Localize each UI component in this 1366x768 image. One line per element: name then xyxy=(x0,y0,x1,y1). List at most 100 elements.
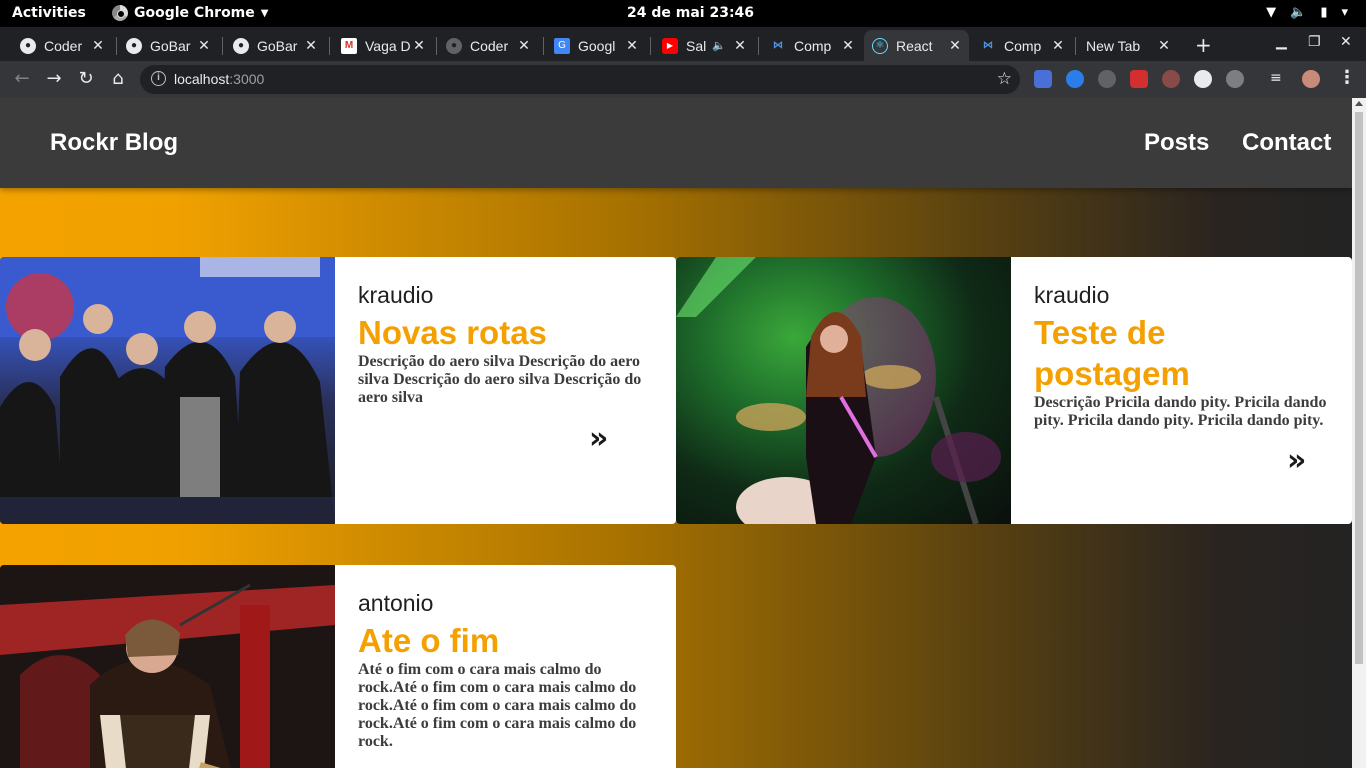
read-more-button[interactable]: » xyxy=(589,421,608,456)
tab-active[interactable]: ⚛ React ✕ xyxy=(864,30,969,61)
vscode-icon: ⋈ xyxy=(983,40,993,51)
post-description: Até o fim com o cara mais calmo do rock.… xyxy=(358,661,637,750)
tab-title: GoBar xyxy=(150,37,191,54)
battery-icon: ▮ xyxy=(1320,5,1328,20)
google-translate-icon: G xyxy=(554,37,570,54)
site-header: Rockr Blog Posts Contact xyxy=(0,98,1352,188)
home-button[interactable]: ⌂ xyxy=(107,68,129,90)
new-tab-button[interactable]: + xyxy=(1195,33,1212,57)
page-viewport: Rockr Blog Posts Contact kraudio Novas r… xyxy=(0,98,1352,768)
close-window-button[interactable]: ✕ xyxy=(1340,34,1352,50)
chevron-down-icon: ▾ xyxy=(1341,5,1348,20)
profile-avatar[interactable] xyxy=(1302,70,1320,88)
close-icon[interactable]: ✕ xyxy=(624,37,640,54)
close-icon[interactable]: ✕ xyxy=(947,37,963,54)
tab-title: Googl xyxy=(578,37,616,54)
browser-menu-icon[interactable]: ⋮ xyxy=(1338,67,1356,88)
react-icon: ⚛ xyxy=(872,37,888,54)
address-bar[interactable]: i localhost:3000 ☆ xyxy=(140,65,1020,94)
tab[interactable]: ⋈ Comp ✕ xyxy=(762,30,862,61)
post-card[interactable]: antonio Ate o fim Até o fim com o cara m… xyxy=(0,565,676,768)
activities-button[interactable]: Activities xyxy=(12,5,86,21)
tab[interactable]: ● Coder ✕ xyxy=(438,30,538,61)
post-image xyxy=(0,565,335,768)
media-control-icon[interactable]: ≡ xyxy=(1270,70,1288,88)
info-icon[interactable]: i xyxy=(151,71,166,86)
reload-button[interactable]: ↻ xyxy=(75,68,97,90)
close-icon[interactable]: ✕ xyxy=(1156,37,1172,54)
post-title[interactable]: Teste de postagem xyxy=(1034,312,1330,394)
tab[interactable]: New Tab ✕ xyxy=(1078,30,1178,61)
minimize-button[interactable]: ▁ xyxy=(1276,34,1287,50)
tab[interactable]: ▶ Sal 🔈 ✕ xyxy=(654,30,754,61)
site-brand[interactable]: Rockr Blog xyxy=(50,129,178,157)
tab-title: GoBar xyxy=(257,37,298,54)
github-icon: ● xyxy=(233,37,249,54)
app-menu-label: Google Chrome xyxy=(134,5,255,21)
recycle-extension-icon[interactable] xyxy=(1098,70,1116,88)
post-image xyxy=(676,257,1011,524)
read-more-button[interactable]: » xyxy=(1287,443,1306,478)
vscode-icon: ⋈ xyxy=(773,40,783,51)
extension-icon[interactable] xyxy=(1226,70,1244,88)
post-card[interactable]: kraudio Novas rotas Descrição do aero si… xyxy=(0,257,676,524)
post-description: Descrição do aero silva Descrição do aer… xyxy=(358,353,642,406)
close-icon[interactable]: ✕ xyxy=(196,37,212,54)
scroll-up-arrow-icon[interactable] xyxy=(1355,101,1363,106)
browser-toolbar: ← → ↻ ⌂ i localhost:3000 ☆ ≡ xyxy=(0,61,1366,98)
tab[interactable]: G Googl ✕ xyxy=(546,30,646,61)
tab-title: New Tab xyxy=(1086,37,1141,54)
github-icon: ● xyxy=(126,37,142,54)
tab[interactable]: ● GoBar ✕ xyxy=(225,30,325,61)
youtube-icon: ▶ xyxy=(662,37,678,54)
os-top-bar: Activities Google Chrome ▼ 24 de mai 23:… xyxy=(0,0,1366,27)
tab-title: React xyxy=(896,37,933,54)
tab-title: Sal xyxy=(686,37,707,54)
volume-icon: 🔈 xyxy=(1290,5,1307,20)
close-icon[interactable]: ✕ xyxy=(732,37,748,54)
close-icon[interactable]: ✕ xyxy=(516,37,532,54)
forward-button[interactable]: → xyxy=(43,68,65,90)
extension-icon[interactable] xyxy=(1162,70,1180,88)
extension-icon[interactable] xyxy=(1066,70,1084,88)
close-icon[interactable]: ✕ xyxy=(840,37,856,54)
post-title[interactable]: Ate o fim xyxy=(358,620,654,661)
scrollbar-thumb[interactable] xyxy=(1355,112,1363,664)
bookmark-star-icon[interactable]: ☆ xyxy=(997,69,1012,89)
post-author: kraudio xyxy=(358,282,434,308)
tab[interactable]: ● GoBar ✕ xyxy=(118,30,218,61)
app-menu[interactable]: Google Chrome ▼ xyxy=(112,5,268,21)
post-title[interactable]: Novas rotas xyxy=(358,312,654,353)
close-icon[interactable]: ✕ xyxy=(90,37,106,54)
tab-title: Comp xyxy=(1004,37,1042,54)
tab-title: Comp xyxy=(794,37,832,54)
post-image xyxy=(0,257,335,524)
tab[interactable]: M Vaga D ✕ xyxy=(333,30,433,61)
maximize-button[interactable]: ❐ xyxy=(1308,34,1321,50)
nav-link-posts[interactable]: Posts xyxy=(1144,129,1209,157)
clock[interactable]: 24 de mai 23:46 xyxy=(627,5,754,21)
gmail-icon: M xyxy=(341,37,357,54)
tab-title: Coder xyxy=(44,37,83,54)
post-author: kraudio xyxy=(1034,282,1110,308)
speaker-icon[interactable]: 🔈 xyxy=(712,39,726,52)
close-icon[interactable]: ✕ xyxy=(1050,37,1066,54)
translate-extension-icon[interactable] xyxy=(1034,70,1052,88)
caret-down-icon: ▼ xyxy=(260,7,269,19)
nav-link-contact[interactable]: Contact xyxy=(1242,129,1331,157)
post-card[interactable]: kraudio Teste de postagem Descrição Pric… xyxy=(676,257,1352,524)
back-button[interactable]: ← xyxy=(11,68,33,90)
extension-icon[interactable] xyxy=(1130,70,1148,88)
close-icon[interactable]: ✕ xyxy=(411,37,427,54)
post-description: Descrição Pricila dando pity. Pricila da… xyxy=(1034,394,1327,429)
url-text: localhost:3000 xyxy=(174,71,265,87)
page-scrollbar[interactable] xyxy=(1352,98,1366,768)
close-icon[interactable]: ✕ xyxy=(303,37,319,54)
tab-strip: ● Coder ✕ ● GoBar ✕ ● GoBar ✕ M Vaga D ✕… xyxy=(0,27,1366,61)
tab[interactable]: ⋈ Comp ✕ xyxy=(972,30,1072,61)
tab[interactable]: ● Coder ✕ xyxy=(12,30,112,61)
post-author: antonio xyxy=(358,590,434,616)
github-extension-icon[interactable] xyxy=(1194,70,1212,88)
tab-title: Vaga D xyxy=(365,37,411,54)
system-tray[interactable]: ▼ 🔈 ▮ ▾ xyxy=(1266,5,1348,20)
